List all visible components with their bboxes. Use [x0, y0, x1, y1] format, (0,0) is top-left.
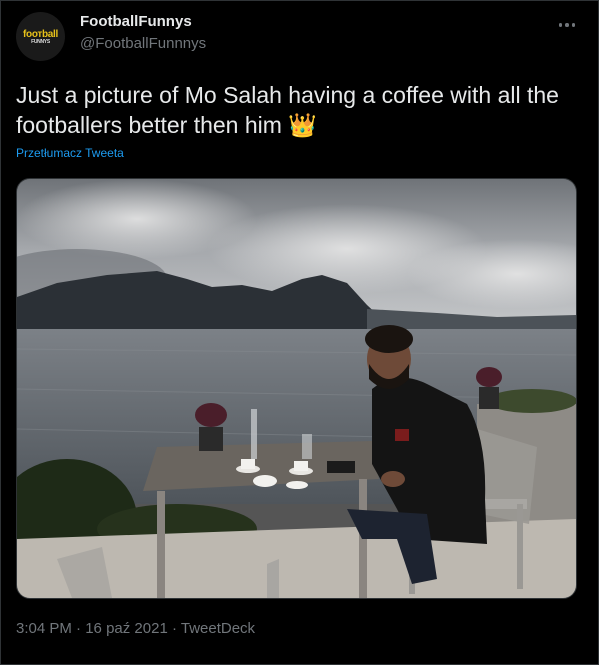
- translate-tweet-link[interactable]: Przetłumacz Tweeta: [16, 146, 124, 160]
- more-options-icon[interactable]: [555, 18, 579, 32]
- avatar[interactable]: foотball FUNNYS: [16, 12, 65, 61]
- meta-separator: ·: [71, 620, 86, 637]
- tweet-text: Just a picture of Mo Salah having a coff…: [16, 82, 559, 138]
- tweet-photo[interactable]: [16, 178, 577, 599]
- author-handle[interactable]: @FootballFunnnys: [80, 35, 206, 52]
- author-display-name[interactable]: FootballFunnys: [80, 13, 192, 30]
- tweet-source[interactable]: TweetDeck: [181, 620, 255, 637]
- football-funnys-logo-icon: foотball FUNNYS: [16, 29, 65, 45]
- meta-separator: ·: [167, 620, 181, 637]
- tweet-meta: 3:04 PM · 16 paź 2021 · TweetDeck: [16, 620, 255, 637]
- tweet-time[interactable]: 3:04 PM: [16, 620, 72, 637]
- tweet-date[interactable]: 16 paź 2021: [85, 620, 168, 637]
- photo-man-at-lakeside-cafe-table-icon: [17, 179, 576, 598]
